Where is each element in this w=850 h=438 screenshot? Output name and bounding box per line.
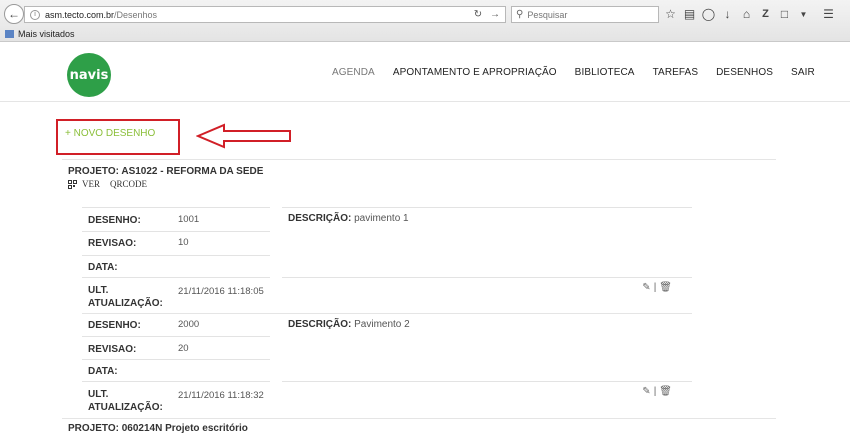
zotero-icon[interactable]: Z (758, 5, 773, 23)
value-revisao: 10 (178, 237, 189, 248)
folder-icon (5, 30, 14, 38)
trash-icon[interactable]: 🗑 (659, 386, 672, 397)
row-revisao: REVISAO: 20 (82, 336, 270, 359)
project-actions: VER QRCODE (68, 179, 157, 189)
row-atualizacao: ULT. ATUALIZAÇÃO: 21/11/2016 11:18:05 (82, 277, 270, 312)
logo-text: navis (69, 67, 109, 83)
label-atualizacao: ATUALIZAÇÃO: (88, 298, 163, 309)
description: DESCRIÇÃO: Pavimento 2 (288, 319, 410, 330)
project-title: PROJETO: AS1022 - REFORMA DA SEDE (68, 166, 264, 177)
label-desenho: DESENHO: (88, 320, 141, 331)
page-icon[interactable]: □ (777, 5, 792, 23)
navis-logo[interactable]: navis (67, 53, 111, 97)
label-descricao: DESCRIÇÃO: (288, 319, 352, 330)
value-atualizacao: 21/11/2016 11:18:32 (178, 390, 264, 401)
home-icon[interactable]: ⌂ (739, 5, 754, 23)
nav-item-desenhos[interactable]: DESENHOS (716, 67, 773, 78)
new-drawing-link[interactable]: + NOVO DESENHO (65, 128, 155, 139)
value-desenho: 2000 (178, 319, 200, 330)
trash-icon[interactable]: 🗑 (659, 282, 672, 293)
row-data: DATA: (82, 255, 270, 277)
desc-divider (282, 207, 692, 208)
drawing-card: DESENHO: 2000 REVISAO: 20 DATA: ULT. ATU… (82, 314, 692, 417)
value-atualizacao: 21/11/2016 11:18:05 (178, 286, 264, 297)
divider (62, 418, 776, 419)
desc-divider (282, 277, 692, 278)
label-ult: ULT. (88, 389, 109, 400)
label-revisao: REVISAO: (88, 344, 137, 355)
label-data: DATA: (88, 366, 118, 377)
menu-icon[interactable]: ☰ (821, 5, 836, 23)
nav-item-tarefas[interactable]: TAREFAS (653, 67, 699, 78)
pocket-icon[interactable]: ◯ (701, 5, 716, 23)
reload-icon[interactable]: ↻ (470, 7, 486, 22)
browser-chrome: ← i asm.tecto.com.br/Desenhos ↻ → ⚲ ☆ ▤ … (0, 0, 850, 42)
row-desenho: DESENHO: 1001 (82, 207, 270, 231)
desc-divider (282, 381, 692, 382)
row-actions: ✎ | 🗑 (642, 282, 672, 293)
back-arrow-icon[interactable]: ← (4, 4, 24, 24)
pointer-arrow-icon (196, 123, 291, 149)
value-desenho: 1001 (178, 214, 200, 225)
nav-item-biblioteca[interactable]: BIBLIOTECA (575, 67, 635, 78)
url-bar[interactable]: i asm.tecto.com.br/Desenhos ↻ → (24, 6, 506, 23)
info-icon[interactable]: i (30, 9, 40, 20)
main-nav: AGENDA APONTAMENTO E APROPRIAÇÃO BIBLIOT… (332, 67, 833, 78)
label-descricao: DESCRIÇÃO: (288, 213, 352, 224)
row-desenho: DESENHO: 2000 (82, 314, 270, 336)
chevron-down-icon[interactable]: ▼ (796, 5, 811, 23)
header-divider (0, 101, 850, 102)
drawing-card: DESENHO: 1001 REVISAO: 10 DATA: ULT. ATU… (82, 207, 692, 312)
clipboard-icon[interactable]: ▤ (682, 5, 697, 23)
label-desenho: DESENHO: (88, 215, 141, 226)
nav-item-apontamento[interactable]: APONTAMENTO E APROPRIAÇÃO (393, 67, 557, 78)
search-icon: ⚲ (516, 9, 524, 20)
url-host: asm.tecto.com.br (45, 9, 115, 20)
label-atualizacao: ATUALIZAÇÃO: (88, 402, 163, 413)
download-icon[interactable]: ↓ (720, 5, 735, 23)
value-revisao: 20 (178, 343, 189, 354)
value-descricao: Pavimento 2 (354, 319, 410, 330)
project-title: PROJETO: 060214N Projeto escritório (68, 423, 248, 434)
search-input[interactable] (527, 9, 648, 20)
action-separator: | (653, 282, 657, 293)
url-path: /Desenhos (114, 9, 158, 20)
nav-item-agenda[interactable]: AGENDA (332, 67, 375, 78)
value-descricao: pavimento 1 (354, 213, 409, 224)
label-revisao: REVISAO: (88, 238, 137, 249)
row-atualizacao: ULT. ATUALIZAÇÃO: 21/11/2016 11:18:32 (82, 381, 270, 417)
qrcode-icon (68, 179, 77, 189)
action-separator: | (653, 386, 657, 397)
search-bar[interactable]: ⚲ (511, 6, 659, 23)
bookmark-star-icon[interactable]: ☆ (663, 5, 678, 23)
row-actions: ✎ | 🗑 (642, 386, 672, 397)
edit-icon[interactable]: ✎ (642, 386, 650, 397)
label-data: DATA: (88, 262, 118, 273)
edit-icon[interactable]: ✎ (642, 282, 650, 293)
browser-toolbar: ☆ ▤ ◯ ↓ ⌂ Z □ ▼ ☰ (663, 5, 836, 23)
nav-item-sair[interactable]: SAIR (791, 67, 815, 78)
label-ult: ULT. (88, 285, 109, 296)
view-link[interactable]: VER (82, 179, 100, 189)
bookmark-most-visited[interactable]: Mais visitados (18, 29, 75, 39)
divider (62, 159, 776, 160)
row-revisao: REVISAO: 10 (82, 231, 270, 255)
description: DESCRIÇÃO: pavimento 1 (288, 213, 409, 224)
row-data: DATA: (82, 359, 270, 381)
page: navis AGENDA APONTAMENTO E APROPRIAÇÃO B… (0, 43, 850, 438)
go-arrow-icon[interactable]: → (487, 7, 503, 22)
url-text: asm.tecto.com.br/Desenhos (45, 10, 157, 20)
qrcode-link[interactable]: QRCODE (110, 179, 147, 189)
bookmarks-bar: Mais visitados (0, 27, 75, 41)
